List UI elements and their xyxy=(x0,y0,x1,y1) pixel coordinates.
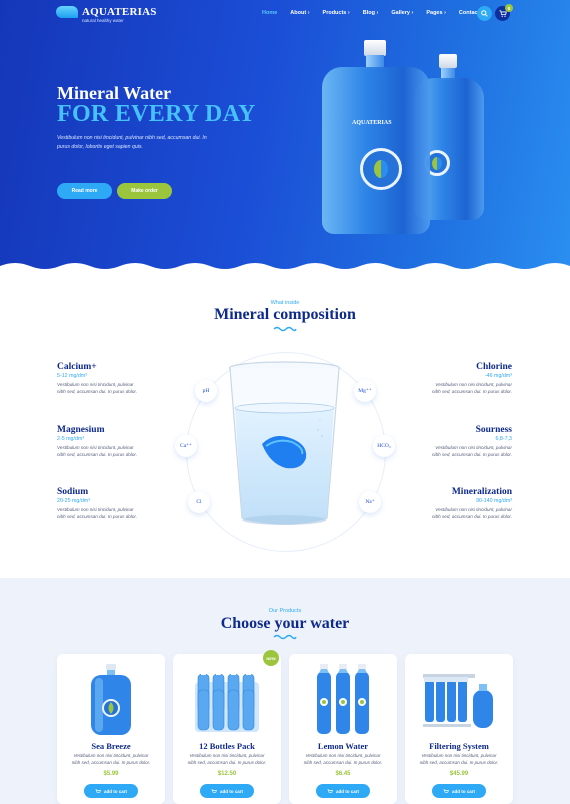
nav-gallery[interactable]: Gallery › xyxy=(391,10,413,16)
cart-count-badge: 0 xyxy=(505,4,513,12)
filtering-system-image xyxy=(423,674,493,728)
cart-icon xyxy=(95,788,101,793)
mineral-description: Vestibulum non nisi tincidunt, pulvinar … xyxy=(57,382,138,394)
nav-products[interactable]: Products › xyxy=(323,10,350,16)
add-to-cart-button[interactable]: add to cart xyxy=(432,784,486,798)
add-to-cart-button[interactable]: add to cart xyxy=(200,784,254,798)
product-price: $6.45 xyxy=(335,771,351,777)
mineral-description: Vestibulum non nisi tincidunt, pulvinar … xyxy=(432,507,513,519)
product-name: Filtering System xyxy=(429,741,489,751)
element-ph: pH xyxy=(195,380,217,402)
cart-icon xyxy=(443,788,449,793)
mineral-name: Sodium xyxy=(57,487,89,497)
logo-drop-icon xyxy=(56,6,78,18)
make-order-button[interactable]: Make order xyxy=(117,183,172,199)
read-more-button[interactable]: Read more xyxy=(57,183,112,199)
product-card-sea-breeze[interactable]: Sea Breeze Vestibulum non nisi tincidunt… xyxy=(57,654,165,804)
add-to-cart-button[interactable]: add to cart xyxy=(84,784,138,798)
add-to-cart-label: add to cart xyxy=(451,788,475,794)
add-to-cart-label: add to cart xyxy=(219,788,243,794)
cart-icon xyxy=(211,788,217,793)
element-cl: Cl xyxy=(188,491,210,513)
title-squiggle-decoration xyxy=(273,634,297,640)
product-card-filtering-system[interactable]: Filtering System Vestibulum non nisi tin… xyxy=(405,654,513,804)
search-button[interactable] xyxy=(477,6,492,21)
element-mg: Mg⁺⁺ xyxy=(354,380,376,402)
product-price: $5.99 xyxy=(103,771,119,777)
mineral-amount: 6,8-7,3 xyxy=(495,436,513,442)
hero-description: Vestibulum non nisi tincidunt, pulvinar … xyxy=(57,135,207,150)
top-nav: AQUATERIAS natural healthy water Home Ab… xyxy=(0,0,570,30)
products-eyebrow: Our Products xyxy=(268,608,302,614)
lemon-water-bottles-image xyxy=(317,664,369,734)
mineral-description: Vestibulum non nisi tincidunt, pulvinar … xyxy=(432,382,513,394)
cart-icon xyxy=(499,10,507,17)
bottle-pack-image xyxy=(195,670,259,732)
mineral-calcium: Calcium+ 5-12 mg/dm³ Vestibulum non nisi… xyxy=(57,362,137,395)
hero-title-line2: FOR EVERY DAY xyxy=(57,101,256,127)
hero-bottle-front: AQUATERIAS xyxy=(322,40,430,236)
cart-icon xyxy=(327,788,333,793)
mineral-description: Vestibulum non nisi tincidunt, pulvinar … xyxy=(57,507,138,519)
water-glass-illustration xyxy=(228,361,341,525)
element-na: Na⁺ xyxy=(359,491,381,513)
element-hco3: HCO₃ xyxy=(373,435,395,457)
product-description: Vestibulum non nisi tincidunt, pulvinar … xyxy=(187,753,267,765)
element-ca: Ca⁺⁺ xyxy=(175,435,197,457)
mineral-name: Chlorine xyxy=(476,362,512,372)
mineral-name: Sourness xyxy=(475,425,512,435)
mineral-name: Calcium+ xyxy=(57,362,97,372)
hero-section: AQUATERIAS natural healthy water Home Ab… xyxy=(0,0,570,272)
hero-wave-divider xyxy=(0,263,570,272)
product-description: Vestibulum non nisi tincidunt, pulvinar … xyxy=(71,753,151,765)
product-name: 12 Bottles Pack xyxy=(199,741,255,751)
nav-pages[interactable]: Pages › xyxy=(426,10,446,16)
product-name: Sea Breeze xyxy=(91,741,131,751)
product-price: $45.99 xyxy=(449,771,469,777)
brand-name: AQUATERIAS xyxy=(82,6,157,18)
mineral-chlorine: Chlorine -46 mg/dm³ Vestibulum non nisi … xyxy=(432,362,512,395)
mineral-sourness: Sourness 6,8-7,3 Vestibulum non nisi tin… xyxy=(432,425,512,458)
bottle-brand-label: AQUATERIAS xyxy=(352,120,392,126)
mineral-magnesium: Magnesium 2-5 mg/dm³ Vestibulum non nisi… xyxy=(57,425,137,458)
mineral-description: Vestibulum non nisi tincidunt, pulvinar … xyxy=(432,445,513,457)
composition-title: Mineral composition xyxy=(214,306,356,323)
mineral-mineralization: Mineralization 90-140 mg/dm³ Vestibulum … xyxy=(432,487,512,520)
search-icon xyxy=(481,10,488,17)
product-description: Vestibulum non nisi tincidunt, pulvinar … xyxy=(303,753,383,765)
water-jug-image xyxy=(91,664,131,735)
mineral-description: Vestibulum non nisi tincidunt, pulvinar … xyxy=(57,445,138,457)
title-squiggle-decoration xyxy=(273,326,297,332)
add-to-cart-label: add to cart xyxy=(103,788,127,794)
mineral-amount: 2-5 mg/dm³ xyxy=(57,436,85,442)
mineral-amount: 5-12 mg/dm³ xyxy=(57,373,88,379)
mineral-sodium: Sodium 20-25 mg/dm³ Vestibulum non nisi … xyxy=(57,487,137,520)
mineral-name: Mineralization xyxy=(451,487,512,497)
products-title: Choose your water xyxy=(220,615,350,632)
mineral-amount: 20-25 mg/dm³ xyxy=(57,498,90,504)
nav-home[interactable]: Home xyxy=(262,10,277,16)
main-menu: Home About › Products › Blog › Gallery ›… xyxy=(262,10,495,16)
product-price: $12.50 xyxy=(217,771,237,777)
mineral-amount: -46 mg/dm³ xyxy=(484,373,512,379)
product-name: Lemon Water xyxy=(317,741,369,751)
logo[interactable]: AQUATERIAS natural healthy water xyxy=(56,6,157,23)
new-badge: NEW xyxy=(263,650,279,666)
add-to-cart-label: add to cart xyxy=(335,788,359,794)
mineral-name: Magnesium xyxy=(57,425,105,435)
product-description: Vestibulum non nisi tincidunt, pulvinar … xyxy=(419,753,499,765)
product-card-12-bottles-pack[interactable]: NEW 12 Bottles Pack Vestibulum non nisi … xyxy=(173,650,281,804)
product-card-lemon-water[interactable]: Lemon Water Vestibulum non nisi tincidun… xyxy=(289,654,397,804)
nav-blog[interactable]: Blog › xyxy=(363,10,379,16)
brand-tagline: natural healthy water xyxy=(82,18,124,23)
add-to-cart-button[interactable]: add to cart xyxy=(316,784,370,798)
mineral-amount: 90-140 mg/dm³ xyxy=(476,498,512,504)
nav-about[interactable]: About › xyxy=(290,10,309,16)
